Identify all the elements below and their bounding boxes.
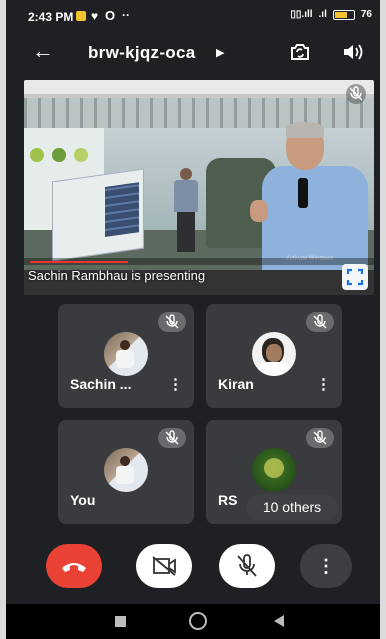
mic-off-icon (237, 554, 257, 577)
camera-off-icon (152, 556, 176, 576)
participant-tile[interactable]: Kiran ⋮ (206, 304, 342, 408)
others-count-chip[interactable]: 10 others (246, 494, 338, 520)
notification-icon (76, 11, 86, 21)
end-call-button[interactable] (46, 544, 102, 588)
participant-tile[interactable]: RS 10 others (206, 420, 342, 524)
battery-icon (332, 9, 355, 20)
avatar (252, 448, 296, 492)
participant-tile-self[interactable]: You (58, 420, 194, 524)
signal-2-icon: .ıl (318, 9, 327, 20)
more-vert-icon: ⋮ (317, 556, 335, 576)
participant-name: You (70, 492, 96, 508)
call-header: ← brw-kjqz-oca ▶ (6, 34, 380, 72)
back-icon[interactable] (274, 615, 284, 627)
avatar (104, 332, 148, 376)
presentation-stage[interactable]: Activate Windows Sachin Rambhau is prese… (24, 80, 374, 295)
presenter (246, 120, 374, 270)
more-options-button[interactable]: ⋮ (300, 544, 352, 588)
shield-icon: ♥ (91, 9, 99, 23)
status-right: ▯▯.ıll .ıl 76 (290, 9, 372, 20)
home-icon[interactable] (189, 612, 207, 630)
shared-window-titlebar (24, 80, 374, 94)
switch-camera-icon[interactable] (288, 40, 312, 64)
bystander (172, 168, 200, 252)
video-progress (24, 258, 374, 265)
call-controls: ⋮ (6, 538, 380, 594)
participant-name: Kiran (218, 376, 254, 392)
mic-off-icon (346, 84, 366, 104)
speaker-icon[interactable] (342, 42, 364, 62)
mic-toggle-button[interactable] (219, 544, 275, 588)
avatar (252, 332, 296, 376)
fullscreen-icon[interactable] (342, 264, 368, 290)
status-bar: 2:43 PM ♥ O ·· ▯▯.ıll .ıl 76 (6, 0, 380, 32)
mic-off-icon (158, 312, 186, 332)
participant-name: Sachin ... (70, 376, 132, 392)
presenting-label: Sachin Rambhau is presenting (28, 268, 206, 283)
phone-screen: 2:43 PM ♥ O ·· ▯▯.ıll .ıl 76 ← brw-kjqz-… (6, 0, 380, 639)
arrow-left-icon[interactable]: ← (32, 40, 54, 62)
system-nav-bar (6, 604, 380, 639)
more-vert-icon[interactable]: ⋮ (168, 377, 183, 392)
meeting-code[interactable]: brw-kjqz-oca (88, 43, 196, 63)
end-call-icon (62, 563, 86, 572)
battery-level: 76 (360, 9, 372, 20)
more-vert-icon[interactable]: ⋮ (316, 377, 331, 392)
avatar (104, 448, 148, 492)
signal-icon: ▯▯.ıll (290, 9, 313, 20)
more-dots-icon: ·· (122, 8, 130, 22)
participant-tile[interactable]: Sachin ... ⋮ (58, 304, 194, 408)
recents-icon[interactable] (115, 616, 126, 627)
clock: 2:43 PM (28, 10, 74, 24)
participant-name: RS (218, 492, 238, 508)
mic-off-icon (158, 428, 186, 448)
charging-kiosk (52, 168, 144, 262)
mic-off-icon (306, 428, 334, 448)
caret-right-icon[interactable]: ▶ (216, 46, 224, 59)
circle-icon: O (105, 8, 116, 23)
mic-off-icon (306, 312, 334, 332)
camera-toggle-button[interactable] (136, 544, 192, 588)
